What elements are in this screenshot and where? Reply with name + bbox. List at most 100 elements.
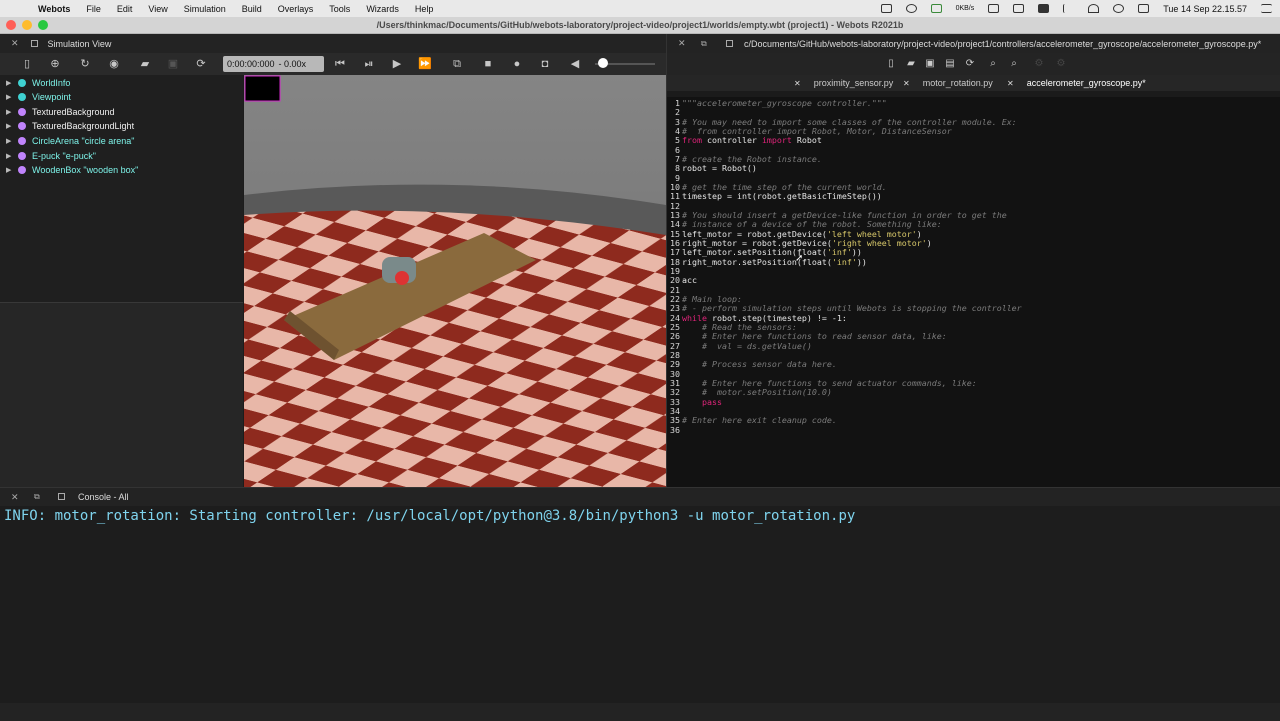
replace-icon[interactable]: ⌕	[1008, 58, 1020, 70]
screenshot-icon[interactable]: ◘	[538, 57, 552, 71]
tab-label: accelerometer_gyroscope.py*	[1026, 78, 1146, 88]
build-icon[interactable]: ⚙	[1033, 58, 1045, 70]
menu-build[interactable]: Build	[242, 4, 262, 14]
add-node-icon[interactable]: ⊕	[48, 57, 62, 71]
close-tab-icon[interactable]: ✕	[1007, 79, 1014, 88]
close-panel-icon[interactable]: ✕	[11, 492, 19, 503]
node-label: TexturedBackgroundLight	[32, 121, 135, 131]
scene-tree-item-circlearena[interactable]: ▶ CircleArena "circle arena"	[6, 134, 134, 148]
tab-proximity-sensor[interactable]: ✕ proximity_sensor.py	[794, 75, 893, 91]
tab-label: motor_rotation.py	[922, 78, 993, 88]
tab-motor-rotation[interactable]: ✕ motor_rotation.py	[903, 75, 993, 91]
clean-icon[interactable]: ⚙	[1055, 58, 1067, 70]
expand-arrow-icon[interactable]: ▶	[6, 93, 16, 101]
float-panel-icon[interactable]	[30, 40, 38, 47]
save-all-icon[interactable]: ▤	[944, 58, 956, 70]
play-icon[interactable]: ▶	[390, 57, 404, 71]
menu-tools[interactable]: Tools	[329, 4, 350, 14]
scene-tree-item-epuck[interactable]: ▶ E-puck "e-puck"	[6, 149, 96, 163]
record-icon[interactable]: ●	[510, 57, 524, 71]
code-line[interactable]: 11 timestep = int(robot.getBasicTimeStep(…	[667, 191, 882, 201]
adobe-icon[interactable]	[1038, 4, 1050, 13]
menu-webots[interactable]: Webots	[38, 4, 70, 14]
dropbox-icon[interactable]	[1013, 4, 1025, 13]
sound-icon[interactable]: ◀	[568, 57, 582, 71]
scene-tree-item-texturedbackground[interactable]: ▶ TexturedBackground	[6, 105, 115, 119]
save-world-icon[interactable]: ▣	[166, 57, 180, 71]
close-panel-icon[interactable]: ✕	[678, 38, 686, 49]
menu-view[interactable]: View	[148, 4, 167, 14]
screen-record-icon[interactable]	[880, 4, 892, 13]
menu-simulation[interactable]: Simulation	[184, 4, 226, 14]
window-icon[interactable]	[726, 40, 733, 47]
scene-tree-item-viewpoint[interactable]: ▶ Viewpoint	[6, 90, 71, 104]
code-text: # Enter here exit cleanup code.	[682, 415, 837, 426]
open-world-icon[interactable]: ▰	[138, 57, 152, 71]
bluetooth-icon[interactable]	[1063, 4, 1074, 13]
revert-icon[interactable]: ⟳	[964, 58, 976, 70]
record-movie-icon[interactable]: ⧉	[450, 57, 464, 71]
code-line[interactable]: 5 from controller import Robot	[667, 135, 822, 145]
epuck-led	[395, 271, 409, 285]
reset-simulation-icon[interactable]: ⏮	[333, 57, 347, 71]
expand-arrow-icon[interactable]: ▶	[6, 122, 16, 130]
menu-wizards[interactable]: Wizards	[366, 4, 399, 14]
search-icon[interactable]	[1113, 4, 1125, 13]
field-editor-panel	[0, 302, 243, 487]
node-bullet-icon	[18, 79, 26, 87]
toggle-scene-tree-icon[interactable]: ▯	[20, 57, 34, 71]
notification-center-icon[interactable]	[1261, 4, 1272, 13]
code-line[interactable]: 8 robot = Robot()	[667, 163, 757, 173]
code-line[interactable]: 35 # Enter here exit cleanup code.	[667, 415, 837, 426]
expand-arrow-icon[interactable]: ▶	[6, 152, 16, 160]
menu-overlays[interactable]: Overlays	[278, 4, 314, 14]
app-status-icon[interactable]	[930, 4, 942, 13]
float-panel-icon[interactable]: ⧉	[701, 39, 707, 49]
stop-icon[interactable]: ■	[481, 57, 495, 71]
status-icon[interactable]	[905, 4, 917, 13]
code-text: """accelerometer_gyroscope controller.""…	[682, 98, 887, 108]
code-line[interactable]: 27 # val = ds.getValue()	[667, 341, 812, 351]
code-text: acc	[682, 275, 697, 286]
3d-viewport[interactable]	[244, 75, 666, 487]
reload-world-icon[interactable]: ⟳	[194, 57, 208, 71]
expand-arrow-icon[interactable]: ▶	[6, 79, 16, 87]
menu-edit[interactable]: Edit	[117, 4, 133, 14]
view-icon[interactable]: ◉	[107, 57, 121, 71]
line-number: 36	[670, 424, 680, 435]
expand-arrow-icon[interactable]: ▶	[6, 166, 16, 174]
scene-tree-item-woodenbox[interactable]: ▶ WoodenBox "wooden box"	[6, 163, 138, 177]
simulation-view-title: Simulation View	[47, 38, 112, 49]
close-panel-icon[interactable]: ✕	[11, 38, 19, 49]
menu-help[interactable]: Help	[415, 4, 434, 14]
close-tab-icon[interactable]: ✕	[794, 79, 801, 88]
expand-arrow-icon[interactable]: ▶	[6, 137, 16, 145]
code-line[interactable]: 29 # Process sensor data here.	[667, 359, 837, 369]
step-icon[interactable]: ⏯	[362, 57, 376, 71]
clock[interactable]: Tue 14 Sep 22.15.57	[1163, 4, 1247, 14]
save-file-icon[interactable]: ▣	[924, 58, 936, 70]
camera-overlay[interactable]	[244, 75, 281, 102]
code-line[interactable]: 1 """accelerometer_gyroscope controller."…	[667, 98, 887, 108]
control-center-icon[interactable]	[1138, 4, 1150, 13]
console-output-line[interactable]: INFO: motor_rotation: Starting controlle…	[4, 508, 855, 524]
scene-tree-item-texturedbackgroundlight[interactable]: ▶ TexturedBackgroundLight	[6, 119, 134, 133]
code-area[interactable]: 1 """accelerometer_gyroscope controller."…	[667, 97, 1280, 487]
code-line[interactable]: 36	[667, 424, 682, 435]
find-icon[interactable]: ⌕	[987, 58, 999, 70]
tab-accelerometer-gyroscope[interactable]: ✕ accelerometer_gyroscope.py*	[1007, 75, 1146, 91]
float-panel-icon[interactable]: ⧉	[34, 492, 40, 502]
scene-tree-item-worldinfo[interactable]: ▶ WorldInfo	[6, 76, 70, 90]
volume-slider-knob[interactable]	[598, 58, 608, 68]
open-file-icon[interactable]: ▰	[905, 58, 917, 70]
code-line[interactable]: 18 right_motor.setPosition(float('inf'))	[667, 257, 867, 267]
fast-forward-icon[interactable]: ⏩	[418, 57, 432, 71]
reset-node-icon[interactable]: ↻	[78, 57, 92, 71]
expand-arrow-icon[interactable]: ▶	[6, 108, 16, 116]
sync-icon[interactable]	[988, 4, 1000, 13]
new-file-icon[interactable]: ▯	[885, 58, 897, 70]
wifi-icon[interactable]	[1088, 4, 1100, 13]
menu-file[interactable]: File	[86, 4, 101, 14]
window-icon[interactable]	[58, 493, 65, 500]
close-tab-icon[interactable]: ✕	[903, 79, 910, 88]
